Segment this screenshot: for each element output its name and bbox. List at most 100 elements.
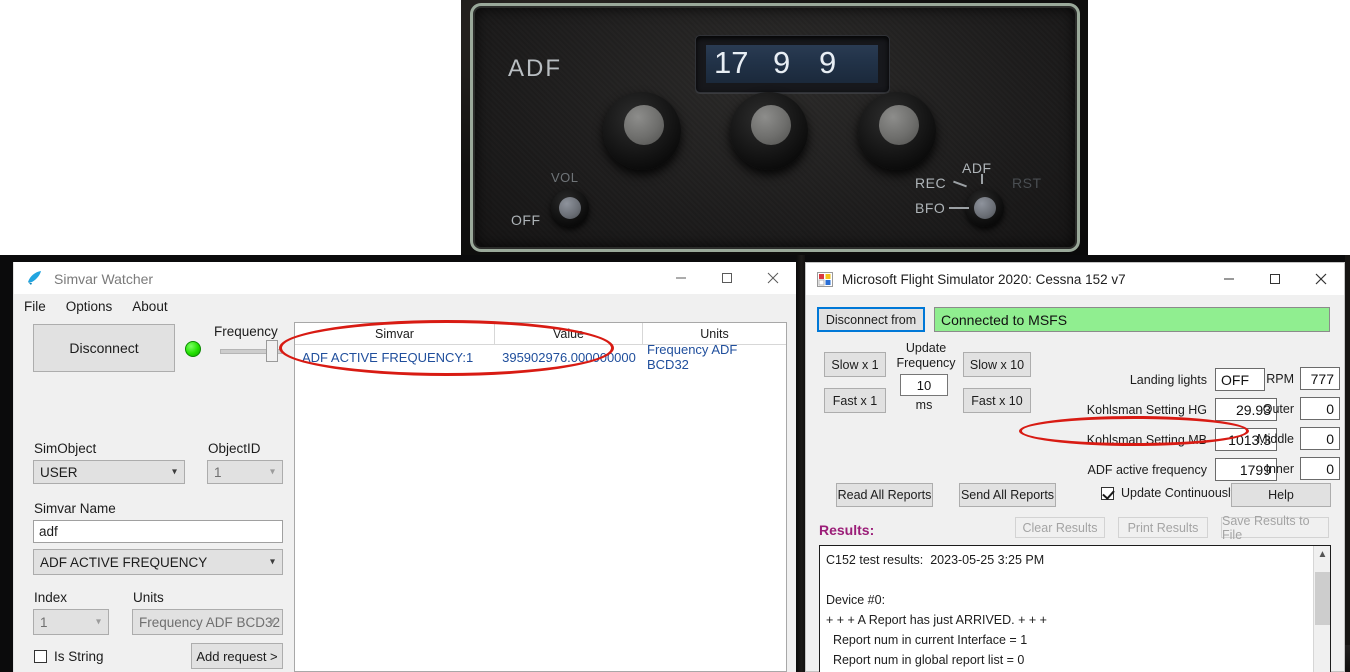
simvar-name-label: Simvar Name [34, 501, 116, 516]
index-select-value: 1 [40, 614, 48, 630]
landing-lights-label: Landing lights [1129, 372, 1207, 387]
help-button[interactable]: Help [1231, 483, 1331, 507]
outer-value[interactable]: 0 [1300, 397, 1340, 420]
rpm-label: RPM [1266, 371, 1294, 386]
simobject-label: SimObject [34, 441, 97, 456]
adf-mode-selector-knob[interactable] [966, 189, 1004, 227]
fast-x1-button[interactable]: Fast x 1 [824, 388, 886, 413]
adf-rec-label: REC [915, 175, 947, 191]
objectid-select-value: 1 [214, 464, 222, 480]
index-select[interactable]: 1 ▾ [33, 609, 109, 635]
inner-value[interactable]: 0 [1300, 457, 1340, 480]
plug-icon [26, 270, 44, 286]
chevron-down-icon: ▾ [171, 466, 177, 478]
middle-value[interactable]: 0 [1300, 427, 1340, 450]
desktop-background-left [0, 255, 13, 672]
adf-tuning-knob-1[interactable] [603, 92, 681, 170]
adf-digit-1: 17 [714, 45, 749, 80]
update-continuously-label: Update Continuously [1121, 486, 1238, 500]
fast-x10-button[interactable]: Fast x 10 [963, 388, 1031, 413]
minimize-icon[interactable] [658, 262, 704, 293]
read-all-reports-button[interactable]: Read All Reports [836, 483, 933, 507]
print-results-button[interactable]: Print Results [1118, 517, 1208, 538]
simvar-select-value: ADF ACTIVE FREQUENCY [40, 554, 208, 570]
disconnect-button[interactable]: Disconnect [33, 324, 175, 372]
simvar-menubar: File Options About [14, 294, 796, 318]
menu-item-options[interactable]: Options [66, 299, 113, 314]
adf-volume-knob[interactable] [551, 189, 589, 227]
slow-x10-button[interactable]: Slow x 10 [963, 352, 1031, 377]
simvar-select[interactable]: ADF ACTIVE FREQUENCY ▾ [33, 549, 283, 575]
is-string-checkbox[interactable] [34, 650, 47, 663]
chevron-down-icon: ▾ [269, 466, 275, 478]
update-continuously-row[interactable]: Update Continuously [1101, 486, 1237, 500]
connection-status-led [185, 341, 201, 357]
table-row[interactable]: ADF ACTIVE FREQUENCY:1 395902976.0000000… [295, 342, 786, 372]
simvar-titlebar[interactable]: Simvar Watcher [14, 262, 796, 294]
menu-item-about[interactable]: About [132, 299, 167, 314]
field-row-kohlsman-hg: Kohlsman Setting HG 29.93 [1049, 398, 1277, 421]
desktop-background-right [1345, 255, 1350, 672]
adf-tuning-knob-2[interactable] [730, 92, 808, 170]
adf-radio-panel: ADF 17 9 9 VOL OFF REC BFO ADF RST [473, 6, 1077, 249]
save-results-to-file-button[interactable]: Save Results to File [1221, 514, 1329, 542]
screenshot-root: ADF 17 9 9 VOL OFF REC BFO ADF RST Simva… [0, 0, 1350, 672]
chevron-down-icon: ▾ [95, 616, 101, 628]
maximize-icon[interactable] [1252, 263, 1298, 294]
units-select-value: Frequency ADF BCD32 [139, 614, 281, 630]
msfs-titlebar[interactable]: Microsoft Flight Simulator 2020: Cessna … [806, 263, 1344, 295]
column-header-simvar[interactable]: Simvar [295, 323, 495, 345]
adf-rst-label: RST [1012, 175, 1042, 191]
cell-value: 395902976.000000000 [502, 349, 636, 365]
scrollbar-thumb[interactable] [1315, 572, 1330, 625]
update-frequency-input[interactable]: 10 [900, 374, 948, 396]
objectid-label: ObjectID [208, 441, 261, 456]
outer-label: Outer [1262, 401, 1294, 416]
adf-vol-label: VOL [551, 170, 579, 185]
simobject-select[interactable]: USER ▾ [33, 460, 185, 484]
simvar-name-input[interactable]: adf [33, 520, 283, 543]
adf-digit-3: 9 [819, 45, 837, 80]
inner-label: Inner [1265, 461, 1295, 476]
send-all-reports-button[interactable]: Send All Reports [959, 483, 1056, 507]
close-icon[interactable] [750, 262, 796, 293]
units-label: Units [133, 590, 164, 605]
results-output-box[interactable]: C152 test results: 2023-05-25 3:25 PM De… [819, 545, 1331, 672]
close-icon[interactable] [1298, 263, 1344, 294]
rpm-value[interactable]: 777 [1300, 367, 1340, 390]
scroll-up-icon[interactable]: ▲ [1314, 546, 1330, 563]
adf-panel-label: ADF [508, 55, 562, 82]
simvar-watcher-window: Simvar Watcher File Options About Discon… [13, 262, 796, 672]
maximize-icon[interactable] [704, 262, 750, 293]
results-label: Results: [819, 522, 875, 538]
add-request-button[interactable]: Add request > [191, 643, 283, 669]
is-string-checkbox-row[interactable]: Is String [34, 649, 104, 664]
adf-tuning-knob-3[interactable] [858, 92, 936, 170]
menu-item-file[interactable]: File [24, 299, 46, 314]
minimize-icon[interactable] [1206, 263, 1252, 294]
adf-display-bezel: 17 9 9 [695, 35, 890, 93]
units-select[interactable]: Frequency ADF BCD32 ▾ [132, 609, 283, 635]
simobject-select-value: USER [40, 464, 78, 480]
desktop-background-gap [796, 255, 805, 672]
kohlsman-mb-label: Kohlsman Setting MB [1086, 432, 1207, 447]
objectid-select[interactable]: 1 ▾ [207, 460, 283, 484]
results-scrollbar[interactable]: ▲ ▼ [1313, 546, 1330, 672]
kohlsman-hg-label: Kohlsman Setting HG [1086, 402, 1207, 417]
slow-x1-button[interactable]: Slow x 1 [824, 352, 886, 377]
field-row-rpm: RPM 777 [1246, 367, 1340, 390]
adf-bfo-leader-line [949, 207, 969, 209]
msfs-disconnect-button[interactable]: Disconnect from [817, 307, 925, 332]
clear-results-button[interactable]: Clear Results [1015, 517, 1105, 538]
frequency-slider-thumb[interactable] [266, 340, 278, 362]
chevron-down-icon: ▾ [269, 616, 275, 628]
msfs-title-text: Microsoft Flight Simulator 2020: Cessna … [842, 272, 1126, 287]
update-continuously-checkbox[interactable] [1101, 486, 1114, 500]
column-header-value[interactable]: Value [495, 323, 643, 345]
adf-active-frequency-label: ADF active frequency [1087, 462, 1208, 477]
msfs-connection-status: Connected to MSFS [934, 307, 1330, 332]
adf-bfo-label: BFO [915, 200, 946, 216]
chevron-down-icon: ▾ [269, 556, 275, 568]
msfs-test-window: Microsoft Flight Simulator 2020: Cessna … [805, 262, 1345, 672]
simvar-window-controls [658, 262, 796, 293]
